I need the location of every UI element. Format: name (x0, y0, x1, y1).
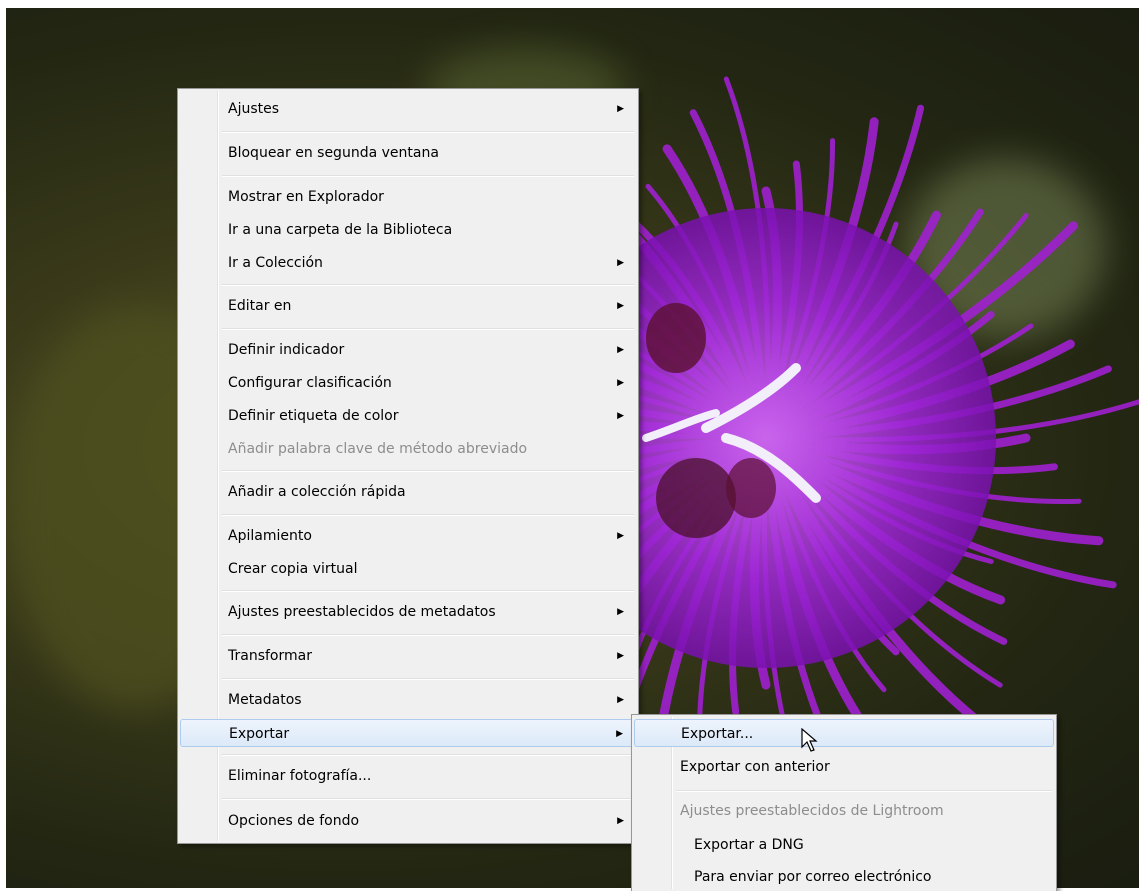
menu-item-18[interactable]: Opciones de fondo ▶ (180, 807, 636, 835)
submenu-arrow-icon: ▶ (617, 104, 624, 114)
menu-separator (222, 131, 634, 133)
menu-item-11[interactable]: Apilamiento ▶ (180, 522, 636, 550)
submenu-arrow-icon: ▶ (617, 695, 624, 705)
submenu-arrow-icon: ▶ (617, 345, 624, 355)
export-submenu-item-1[interactable]: Exportar con anterior (634, 753, 1054, 781)
menu-item-16[interactable]: Exportar ▶ (180, 719, 636, 747)
submenu-arrow-icon: ▶ (617, 816, 624, 826)
menu-item-label: Bloquear en segunda ventana (228, 145, 439, 161)
menu-item-6[interactable]: Definir indicador ▶ (180, 336, 636, 364)
menu-item-7[interactable]: Configurar clasificación ▶ (180, 369, 636, 397)
menu-item-label: Ir a Colección (228, 255, 323, 271)
menu-item-17[interactable]: Eliminar fotografía... (180, 762, 636, 790)
menu-separator (222, 470, 634, 472)
submenu-item-label: Ajustes preestablecidos de Lightroom (680, 803, 944, 819)
submenu-arrow-icon: ▶ (617, 258, 624, 268)
export-submenu: Exportar... Exportar con anterior Ajustes … (631, 714, 1057, 891)
menu-separator (222, 590, 634, 592)
submenu-item-label: Exportar con anterior (680, 759, 830, 775)
menu-item-8[interactable]: Definir etiqueta de color ▶ (180, 402, 636, 430)
menu-item-label: Opciones de fondo (228, 813, 360, 829)
menu-item-label: Configurar clasificación (228, 375, 392, 391)
menu-separator (222, 175, 634, 177)
menu-item-5[interactable]: Editar en ▶ (180, 292, 636, 320)
menu-item-label: Metadatos (228, 692, 302, 708)
menu-item-10[interactable]: Añadir a colección rápida (180, 478, 636, 506)
submenu-arrow-icon: ▶ (617, 411, 624, 421)
submenu-arrow-icon: ▶ (617, 607, 624, 617)
menu-item-label: Editar en (228, 298, 292, 314)
menu-item-label: Exportar (229, 726, 290, 742)
menu-item-1[interactable]: Bloquear en segunda ventana (180, 139, 636, 167)
menu-separator (222, 328, 634, 330)
export-submenu-item-0[interactable]: Exportar... (634, 719, 1054, 747)
menu-item-9: Añadir palabra clave de método abreviado (180, 435, 636, 463)
menu-item-12[interactable]: Crear copia virtual (180, 555, 636, 583)
menu-item-label: Definir indicador (228, 342, 345, 358)
submenu-item-label: Exportar a DNG (694, 837, 804, 853)
menu-item-label: Apilamiento (228, 528, 312, 544)
menu-separator (222, 798, 634, 800)
menu-item-label: Crear copia virtual (228, 561, 358, 577)
mouse-cursor-icon (801, 728, 818, 752)
menu-item-label: Eliminar fotografía... (228, 768, 372, 784)
submenu-arrow-icon: ▶ (617, 378, 624, 388)
export-submenu-item-3[interactable]: Exportar a DNG (634, 831, 1054, 859)
menu-item-label: Ir a una carpeta de la Biblioteca (228, 222, 453, 238)
menu-separator (222, 284, 634, 286)
export-submenu-item-4[interactable]: Para enviar por correo electrónico (634, 863, 1054, 891)
menu-separator (222, 634, 634, 636)
menu-item-label: Ajustes preestablecidos de metadatos (228, 604, 496, 620)
menu-separator (222, 678, 634, 680)
menu-item-label: Definir etiqueta de color (228, 408, 399, 424)
submenu-item-label: Para enviar por correo electrónico (694, 869, 932, 885)
submenu-item-label: Exportar... (681, 726, 754, 742)
submenu-arrow-icon: ▶ (617, 531, 624, 541)
submenu-arrow-icon: ▶ (616, 729, 623, 739)
menu-item-3[interactable]: Ir a una carpeta de la Biblioteca (180, 216, 636, 244)
submenu-separator (676, 790, 1052, 792)
menu-item-0[interactable]: Ajustes ▶ (180, 95, 636, 123)
context-menu: Ajustes ▶ Bloquear en segunda ventana Mostr… (177, 88, 639, 844)
export-submenu-item-2: Ajustes preestablecidos de Lightroom (634, 797, 1054, 825)
menu-item-label: Transformar (228, 648, 312, 664)
menu-item-label: Añadir palabra clave de método abreviado (228, 441, 528, 457)
menu-item-14[interactable]: Transformar ▶ (180, 642, 636, 670)
menu-item-2[interactable]: Mostrar en Explorador (180, 183, 636, 211)
menu-item-4[interactable]: Ir a Colección ▶ (180, 249, 636, 277)
menu-separator (222, 754, 634, 756)
submenu-arrow-icon: ▶ (617, 651, 624, 661)
menu-item-15[interactable]: Metadatos ▶ (180, 686, 636, 714)
menu-item-label: Añadir a colección rápida (228, 484, 406, 500)
menu-item-13[interactable]: Ajustes preestablecidos de metadatos ▶ (180, 598, 636, 626)
menu-item-label: Ajustes (228, 101, 280, 117)
submenu-arrow-icon: ▶ (617, 301, 624, 311)
menu-item-label: Mostrar en Explorador (228, 189, 384, 205)
menu-separator (222, 514, 634, 516)
